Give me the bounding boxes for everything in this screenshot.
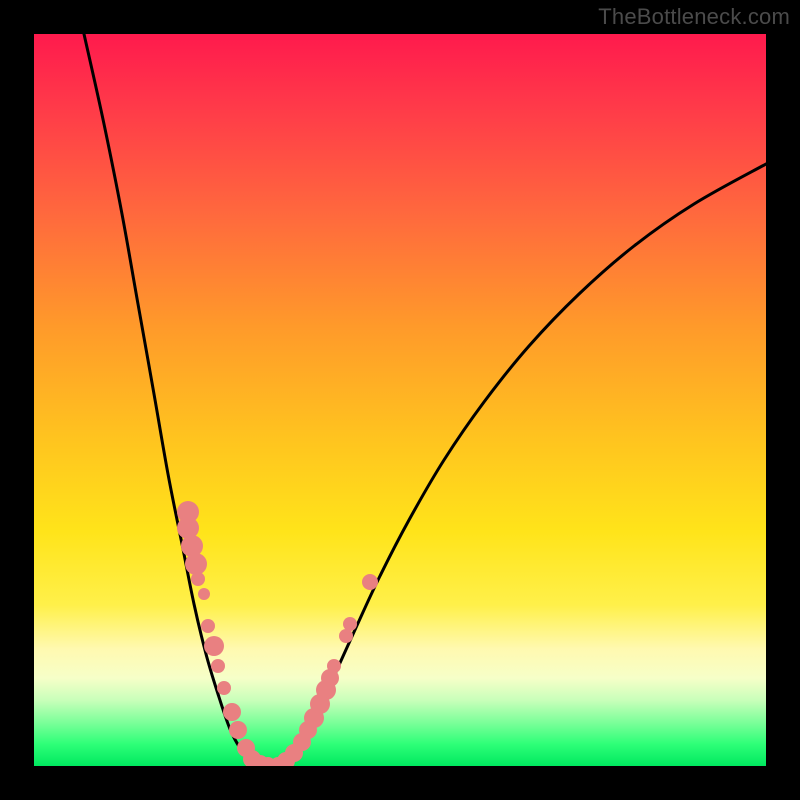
- data-marker: [217, 681, 231, 695]
- data-marker: [343, 617, 357, 631]
- data-marker: [185, 553, 207, 575]
- data-marker: [327, 659, 341, 673]
- marker-layer: [177, 501, 378, 766]
- watermark-text: TheBottleneck.com: [598, 4, 790, 30]
- data-marker: [339, 629, 353, 643]
- data-marker: [191, 572, 205, 586]
- curve-right-curve: [282, 164, 766, 766]
- data-marker: [211, 659, 225, 673]
- data-marker: [204, 636, 224, 656]
- curve-layer: [84, 34, 766, 766]
- data-marker: [229, 721, 247, 739]
- data-marker: [201, 619, 215, 633]
- bottleneck-curve-chart: [34, 34, 766, 766]
- curve-left-curve: [84, 34, 258, 766]
- data-marker: [362, 574, 378, 590]
- data-marker: [198, 588, 210, 600]
- data-marker: [223, 703, 241, 721]
